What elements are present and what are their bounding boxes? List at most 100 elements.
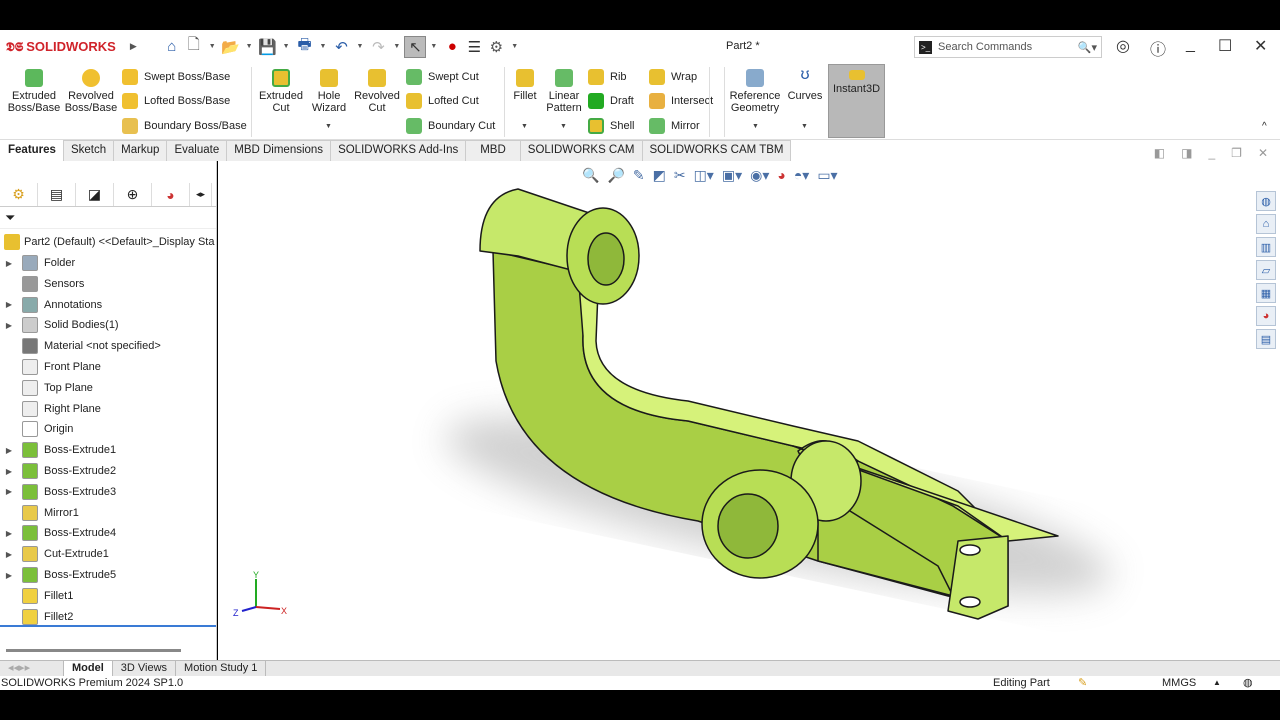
draft-button[interactable]: Draft [588,93,634,109]
home-pane-icon[interactable]: ⌂ [1256,214,1276,234]
expand-arrow-icon[interactable]: ▶ [0,550,18,559]
expand-arrow-icon[interactable]: ▶ [0,446,18,455]
previous-doc-icon[interactable]: ◧ [1154,146,1165,161]
configuration-manager-icon[interactable]: ◪ [76,183,114,206]
tree-item[interactable]: Front Plane [0,357,101,377]
view-palette-icon[interactable]: ▦ [1256,283,1276,303]
linear-pattern-button[interactable]: Linear Pattern [544,67,584,114]
tree-item[interactable]: ▶ Cut-Extrude1 [0,544,109,564]
filter-icon[interactable]: ⏷ [0,207,216,229]
appearances-icon[interactable]: ◕ [1256,306,1276,326]
solidworks-logo[interactable]: 𝕯𝕾 SOLIDWORKS [6,39,116,55]
help-icon[interactable]: ⓘ [1150,36,1166,60]
tree-item[interactable]: ▶ Solid Bodies(1) [0,315,119,335]
linear-pattern-dropdown[interactable]: ▼ [560,123,567,130]
mirror-button[interactable]: Mirror [649,118,700,134]
save-icon[interactable]: 💾 [257,36,279,58]
extruded-boss-button[interactable]: Extruded Boss/Base [6,67,62,114]
wrap-button[interactable]: Wrap [649,69,697,85]
new-document-icon[interactable]: 🗋 [183,36,205,58]
swept-boss-button[interactable]: Swept Boss/Base [122,69,230,85]
design-library-icon[interactable]: ▥ [1256,237,1276,257]
file-explorer-icon[interactable]: ▱ [1256,260,1276,280]
boundary-boss-button[interactable]: Boundary Boss/Base [122,118,247,134]
extruded-cut-button[interactable]: Extruded Cut [256,67,306,114]
units-dropdown-icon[interactable]: ▲ [1213,676,1221,690]
tree-item[interactable]: Top Plane [0,378,93,398]
search-commands-input[interactable]: >_ Search Commands 🔍▾ [914,36,1102,58]
tab-3d-views[interactable]: 3D Views [113,661,177,676]
tree-item[interactable]: ▶ Annotations [0,295,102,315]
minimize-button[interactable]: _ [1186,36,1195,54]
part-model[interactable] [218,161,1258,660]
tab-evaluate[interactable]: Evaluate [166,140,228,161]
redo-icon[interactable]: ↷ [367,36,389,58]
tree-item[interactable]: ▶ Boss-Extrude2 [0,461,116,481]
reference-geometry-button[interactable]: Reference Geometry [728,67,782,114]
tree-item[interactable]: Fillet2 [0,607,73,627]
shell-button[interactable]: Shell [588,118,634,134]
tree-item[interactable]: ▶ Boss-Extrude3 [0,482,116,502]
units-selector[interactable]: MMGS [1162,676,1196,690]
options-gear-icon[interactable]: ⚙ [485,36,507,58]
tree-horizontal-scrollbar[interactable] [6,649,181,652]
tab-addins[interactable]: SOLIDWORKS Add-Ins [330,140,467,161]
tree-scroll-arrows-icon[interactable]: ◂▸ [190,183,212,206]
expand-arrow-icon[interactable]: ▶ [0,467,18,476]
account-icon[interactable]: ◎ [1116,36,1130,56]
tree-item[interactable]: ▶ Boss-Extrude1 [0,440,116,460]
curves-dropdown[interactable]: ▼ [801,123,808,130]
close-button[interactable]: ✕ [1254,36,1267,56]
expand-arrow-icon[interactable]: ▶ [0,300,18,309]
hole-wizard-button[interactable]: Hole Wizard [308,67,350,114]
expand-arrow-icon[interactable]: ▶ [0,571,18,580]
tab-markup[interactable]: Markup [113,140,168,161]
revolved-cut-button[interactable]: Revolved Cut [352,67,402,114]
expand-arrow-icon[interactable]: ▶ [0,321,18,330]
fillet-dropdown[interactable]: ▼ [521,123,528,130]
menu-expand-icon[interactable]: ▶ [130,41,137,52]
customize-status-icon[interactable]: ◍ [1243,676,1253,690]
tree-root-part[interactable]: Part2 (Default) <<Default>_Display Sta [0,232,214,252]
tree-item[interactable]: ▶ Boss-Extrude5 [0,565,116,585]
tab-mbd-dimensions[interactable]: MBD Dimensions [226,140,332,161]
instant3d-button[interactable]: Instant3D [828,64,885,138]
rollback-bar[interactable] [0,625,216,627]
tree-item[interactable]: Mirror1 [0,503,79,523]
tab-cam[interactable]: SOLIDWORKS CAM [519,140,643,161]
tree-item[interactable]: Origin [0,419,73,439]
open-icon[interactable]: 📂 [220,36,242,58]
doc-restore-icon[interactable]: ❐ [1231,146,1242,161]
swept-cut-button[interactable]: Swept Cut [406,69,479,85]
dimxpert-icon[interactable]: ⊕ [114,183,152,206]
graphics-area[interactable]: 🔍 🔎 ✎ ◩ ✂ ◫▾ ▣▾ ◉▾ ◕ ◓▾ ▭▾ ◍ ⌂ ▥ ▱ ▦ ◕ ▤ Y X Z [218,161,1280,660]
display-manager-icon[interactable]: ◕ [152,183,190,206]
rebuild-icon[interactable]: ● [441,36,463,58]
fillet-button[interactable]: Fillet [510,67,540,102]
print-icon[interactable]: 🖶 [294,36,316,58]
rib-button[interactable]: Rib [588,69,627,85]
tab-cam-tbm[interactable]: SOLIDWORKS CAM TBM [641,140,792,161]
tab-features[interactable]: Features [0,140,64,161]
curves-button[interactable]: ʊ Curves [786,67,824,103]
lofted-boss-button[interactable]: Lofted Boss/Base [122,93,230,109]
feature-manager-icon[interactable]: ⚙ [0,183,38,206]
property-manager-icon[interactable]: ▤ [38,183,76,206]
tree-item[interactable]: Material <not specified> [0,336,161,356]
tab-motion-study[interactable]: Motion Study 1 [176,661,267,676]
home-icon[interactable]: ⌂ [161,36,183,58]
custom-properties-icon[interactable]: ▤ [1256,329,1276,349]
tree-item[interactable]: ▶ Folder [0,253,75,273]
boundary-cut-button[interactable]: Boundary Cut [406,118,495,134]
collapse-ribbon-icon[interactable]: ^ [1262,121,1267,132]
doc-close-icon[interactable]: ✕ [1258,146,1268,161]
undo-icon[interactable]: ↶ [330,36,352,58]
tab-sketch[interactable]: Sketch [62,140,115,161]
select-icon[interactable]: ↖ [404,35,427,58]
lofted-cut-button[interactable]: Lofted Cut [406,93,479,109]
reference-geometry-dropdown[interactable]: ▼ [752,123,759,130]
hole-wizard-dropdown[interactable]: ▼ [325,123,332,130]
tab-model[interactable]: Model [64,661,113,676]
revolved-boss-button[interactable]: Revolved Boss/Base [64,67,118,114]
doc-minimize-icon[interactable]: _ [1208,146,1215,161]
